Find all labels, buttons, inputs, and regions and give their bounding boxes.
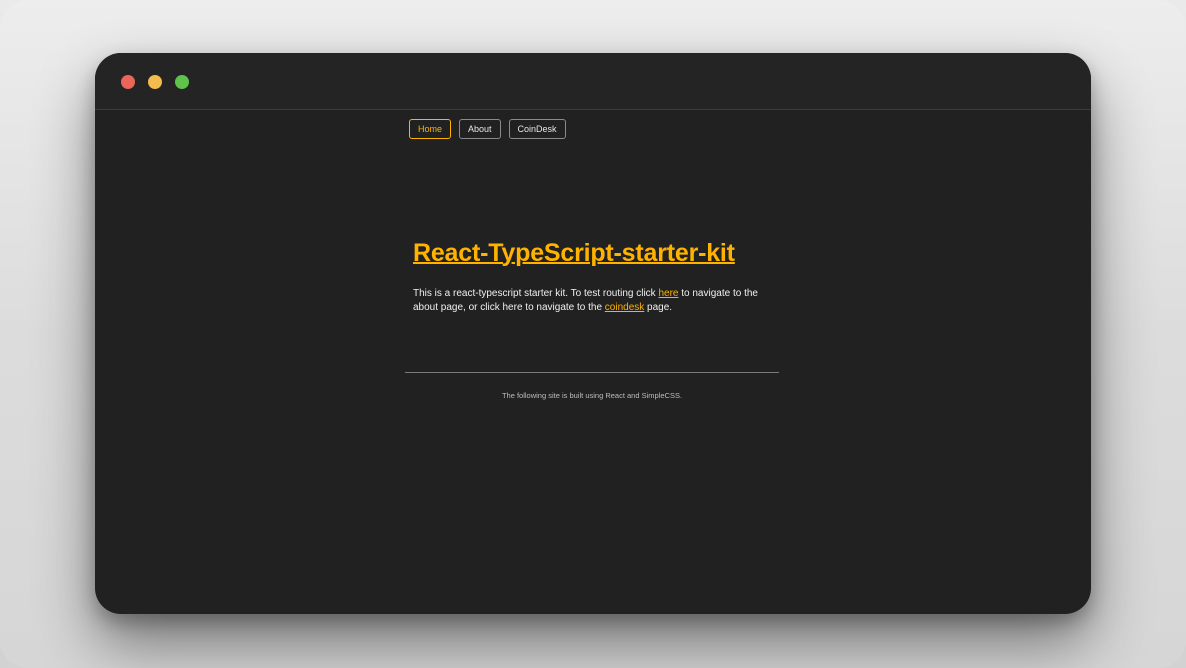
intro-paragraph: This is a react-typescript starter kit. … <box>413 287 773 315</box>
nav-home-link[interactable]: Home <box>409 119 452 139</box>
browser-window: Home About CoinDesk React-TypeScript-sta… <box>95 53 1091 614</box>
nav-about-link[interactable]: About <box>459 119 501 139</box>
page-title[interactable]: React-TypeScript-starter-kit <box>413 239 735 268</box>
footer-text: The following site is built using React … <box>501 391 683 400</box>
footer-divider <box>405 372 779 373</box>
maximize-window-button[interactable] <box>175 75 189 89</box>
top-navigation: Home About CoinDesk <box>409 119 566 139</box>
here-link[interactable]: here <box>658 288 678 299</box>
close-window-button[interactable] <box>121 75 135 89</box>
page-content: Home About CoinDesk React-TypeScript-sta… <box>95 111 1091 614</box>
nav-coindesk-link[interactable]: CoinDesk <box>508 119 566 139</box>
intro-text-3: page. <box>644 302 673 313</box>
minimize-window-button[interactable] <box>148 75 162 89</box>
window-titlebar <box>95 53 1091 110</box>
intro-text-1: This is a react-typescript starter kit. … <box>413 288 659 299</box>
coindesk-link[interactable]: coindesk <box>605 302 644 313</box>
